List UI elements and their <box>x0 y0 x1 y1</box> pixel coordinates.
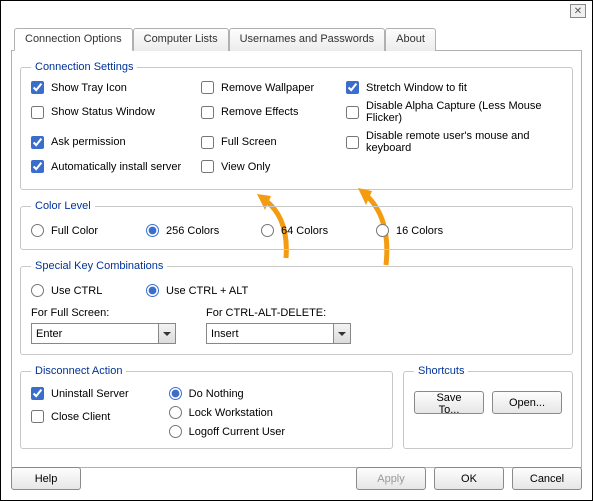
cad-key-combo[interactable]: Insert <box>206 323 351 344</box>
color-level-legend: Color Level <box>31 200 95 212</box>
remove-effects-checkbox[interactable] <box>201 106 214 119</box>
lock-workstation-label: Lock Workstation <box>189 407 273 419</box>
disable-alpha-label: Disable Alpha Capture (Less Mouse Flicke… <box>366 100 562 124</box>
stretch-window-label: Stretch Window to fit <box>366 82 467 94</box>
16-colors-radio[interactable] <box>376 224 389 237</box>
64-colors-radio[interactable] <box>261 224 274 237</box>
shortcuts-group: Shortcuts Save To... Open... <box>403 365 573 449</box>
full-screen-key-value: Enter <box>36 328 62 340</box>
close-client-label: Close Client <box>51 411 110 423</box>
auto-install-server-label: Automatically install server <box>51 161 181 173</box>
ok-button[interactable]: OK <box>434 467 504 490</box>
tab-bar: Connection Options Computer Lists Userna… <box>11 27 582 51</box>
use-ctrl-alt-radio[interactable] <box>146 284 159 297</box>
ask-permission-label: Ask permission <box>51 136 126 148</box>
uninstall-server-checkbox[interactable] <box>31 387 44 400</box>
cancel-button[interactable]: Cancel <box>512 467 582 490</box>
for-full-screen-label: For Full Screen: <box>31 307 176 319</box>
full-screen-checkbox[interactable] <box>201 136 214 149</box>
show-tray-icon-label: Show Tray Icon <box>51 82 127 94</box>
logoff-user-radio[interactable] <box>169 425 182 438</box>
uninstall-server-label: Uninstall Server <box>51 388 129 400</box>
use-ctrl-alt-label: Use CTRL + ALT <box>166 285 248 297</box>
16-colors-label: 16 Colors <box>396 225 443 237</box>
disconnect-action-legend: Disconnect Action <box>31 365 126 377</box>
color-level-group: Color Level Full Color 256 Colors 64 Col… <box>20 200 573 250</box>
disconnect-action-group: Disconnect Action Uninstall Server Close… <box>20 365 393 449</box>
full-color-label: Full Color <box>51 225 98 237</box>
show-tray-icon-checkbox[interactable] <box>31 81 44 94</box>
stretch-window-checkbox[interactable] <box>346 81 359 94</box>
tab-usernames-passwords[interactable]: Usernames and Passwords <box>229 28 386 51</box>
use-ctrl-label: Use CTRL <box>51 285 102 297</box>
show-status-window-label: Show Status Window <box>51 106 155 118</box>
remove-effects-label: Remove Effects <box>221 106 298 118</box>
cad-key-value: Insert <box>211 328 239 340</box>
auto-install-server-checkbox[interactable] <box>31 160 44 173</box>
full-screen-label: Full Screen <box>221 136 277 148</box>
remove-wallpaper-checkbox[interactable] <box>201 81 214 94</box>
remove-wallpaper-label: Remove Wallpaper <box>221 82 314 94</box>
chevron-down-icon[interactable] <box>158 324 175 343</box>
full-screen-key-combo[interactable]: Enter <box>31 323 176 344</box>
64-colors-label: 64 Colors <box>281 225 328 237</box>
256-colors-radio[interactable] <box>146 224 159 237</box>
256-colors-label: 256 Colors <box>166 225 219 237</box>
tab-panel: Connection Settings Show Tray Icon Remov… <box>11 51 582 468</box>
do-nothing-radio[interactable] <box>169 387 182 400</box>
show-status-window-checkbox[interactable] <box>31 106 44 119</box>
logoff-user-label: Logoff Current User <box>189 426 285 438</box>
tab-computer-lists[interactable]: Computer Lists <box>133 28 229 51</box>
help-button[interactable]: Help <box>11 467 81 490</box>
view-only-label: View Only <box>221 161 270 173</box>
apply-button[interactable]: Apply <box>356 467 426 490</box>
disable-remote-input-checkbox[interactable] <box>346 136 359 149</box>
disable-remote-input-label: Disable remote user's mouse and keyboard <box>366 130 562 154</box>
full-color-radio[interactable] <box>31 224 44 237</box>
dialog-footer: Help Apply OK Cancel <box>1 457 592 500</box>
connection-settings-legend: Connection Settings <box>31 61 137 73</box>
use-ctrl-radio[interactable] <box>31 284 44 297</box>
do-nothing-label: Do Nothing <box>189 388 244 400</box>
disable-alpha-checkbox[interactable] <box>346 106 359 119</box>
view-only-checkbox[interactable] <box>201 160 214 173</box>
close-client-checkbox[interactable] <box>31 410 44 423</box>
special-keys-group: Special Key Combinations Use CTRL Use CT… <box>20 260 573 355</box>
lock-workstation-radio[interactable] <box>169 406 182 419</box>
open-button[interactable]: Open... <box>492 391 562 414</box>
connection-settings-group: Connection Settings Show Tray Icon Remov… <box>20 61 573 190</box>
save-to-button[interactable]: Save To... <box>414 391 484 414</box>
tab-about[interactable]: About <box>385 28 436 51</box>
shortcuts-legend: Shortcuts <box>414 365 468 377</box>
special-keys-legend: Special Key Combinations <box>31 260 167 272</box>
chevron-down-icon[interactable] <box>333 324 350 343</box>
tab-connection-options[interactable]: Connection Options <box>14 28 133 51</box>
for-cad-label: For CTRL-ALT-DELETE: <box>206 307 351 319</box>
window-close-icon[interactable]: ✕ <box>570 4 586 18</box>
ask-permission-checkbox[interactable] <box>31 136 44 149</box>
